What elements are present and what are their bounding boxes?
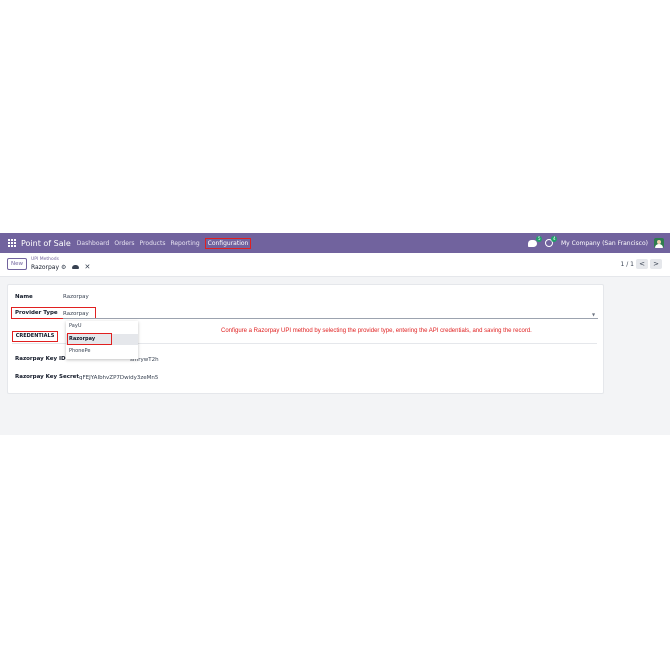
company-switcher[interactable]: My Company (San Francisco) xyxy=(561,240,648,247)
breadcrumb-upi-methods[interactable]: UPI Methods xyxy=(31,257,59,262)
record-title-row: Razorpay ⚙ ✕ xyxy=(31,263,90,271)
messages-icon[interactable]: 5 xyxy=(528,235,542,247)
menu-products[interactable]: Products xyxy=(140,240,166,247)
key-id-label: Razorpay Key ID xyxy=(15,356,66,362)
instruction-text: Configure a Razorpay UPI method by selec… xyxy=(221,328,532,334)
dropdown-option-phonepe[interactable]: PhonePe xyxy=(66,346,138,357)
activities-badge: 4 xyxy=(551,236,557,242)
provider-type-label: Provider Type xyxy=(15,310,58,316)
dropdown-selection-highlight xyxy=(67,333,112,345)
menu-configuration[interactable]: Configuration xyxy=(204,237,252,249)
control-panel: New UPI Methods Razorpay ⚙ ✕ 1 / 1 < > xyxy=(0,253,670,277)
provider-type-underline xyxy=(63,318,598,319)
menu-orders[interactable]: Orders xyxy=(114,240,134,247)
record-title: Razorpay xyxy=(31,263,60,271)
discard-icon[interactable]: ✕ xyxy=(84,263,90,271)
navbar-systray: 5 4 My Company (San Francisco) xyxy=(528,233,664,253)
provider-type-dropdown: PayU Razorpay PhonePe xyxy=(66,321,138,359)
provider-type-select[interactable]: Razorpay xyxy=(63,311,89,317)
cloud-save-icon[interactable] xyxy=(72,265,80,269)
messages-badge: 5 xyxy=(536,235,542,242)
user-avatar[interactable] xyxy=(654,238,664,248)
dropdown-option-payu[interactable]: PayU xyxy=(66,321,138,332)
form-sheet: Name Razorpay Provider Type Razorpay ▼ C… xyxy=(7,284,604,394)
apps-menu-icon[interactable] xyxy=(8,239,16,247)
app-window: Point of Sale Dashboard Orders Products … xyxy=(0,233,670,435)
chevron-down-icon[interactable]: ▼ xyxy=(592,312,595,317)
pager: 1 / 1 < > xyxy=(621,259,662,269)
menu-dashboard[interactable]: Dashboard xyxy=(77,240,110,247)
tab-credentials[interactable]: CREDENTIALS xyxy=(12,331,58,342)
name-field[interactable]: Razorpay xyxy=(63,294,89,300)
pager-value[interactable]: 1 / 1 xyxy=(621,261,634,268)
activity-clock-icon[interactable]: 4 xyxy=(545,236,557,247)
pager-prev-button[interactable]: < xyxy=(636,259,648,269)
gear-icon[interactable]: ⚙ xyxy=(61,264,66,271)
name-label: Name xyxy=(15,294,33,300)
key-secret-field[interactable]: qFEJYAIbhvZP7Dwidy3zeMn5 xyxy=(79,375,158,381)
app-brand[interactable]: Point of Sale xyxy=(21,239,71,248)
new-button[interactable]: New xyxy=(7,258,27,270)
top-navbar: Point of Sale Dashboard Orders Products … xyxy=(0,233,670,253)
key-secret-label: Razorpay Key Secret xyxy=(15,374,80,380)
menu-reporting[interactable]: Reporting xyxy=(170,240,199,247)
pager-next-button[interactable]: > xyxy=(650,259,662,269)
